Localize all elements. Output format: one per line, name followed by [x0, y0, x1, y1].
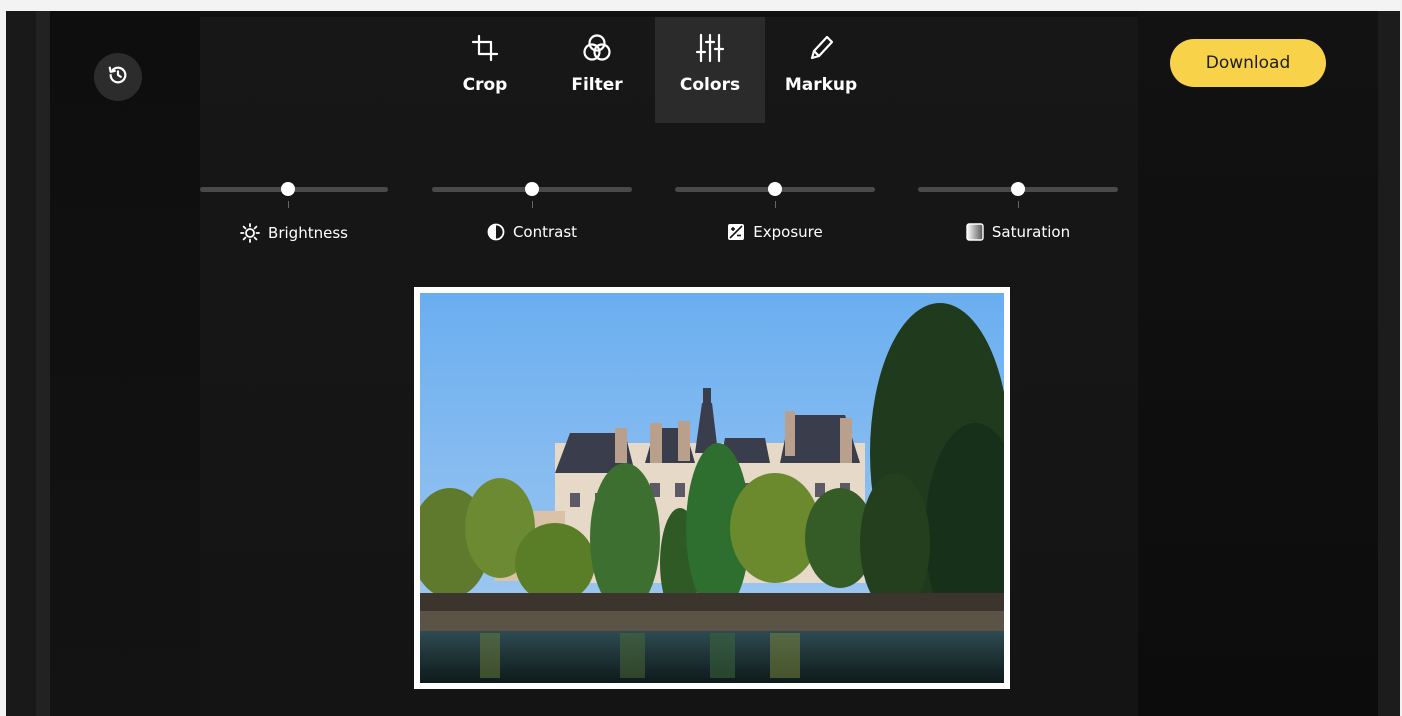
- contrast-label: Contrast: [512, 223, 578, 241]
- contrast-label-wrap: Contrast: [432, 223, 632, 241]
- contrast-icon: [487, 223, 505, 241]
- pencil-icon: [804, 31, 838, 65]
- left-border-inner: [36, 11, 50, 716]
- exposure-icon: [727, 223, 745, 241]
- saturation-slider[interactable]: Saturation: [918, 179, 1118, 249]
- contrast-tick: [532, 201, 533, 208]
- saturation-knob[interactable]: [1011, 182, 1025, 196]
- left-border: [6, 11, 36, 716]
- saturation-label-wrap: Saturation: [918, 223, 1118, 241]
- tool-filter[interactable]: Filter: [542, 17, 652, 123]
- filter-icon: [580, 31, 614, 65]
- tool-crop[interactable]: Crop: [430, 17, 540, 123]
- tool-colors-label: Colors: [679, 75, 741, 95]
- saturation-icon: [966, 223, 984, 241]
- brightness-label: Brightness: [268, 224, 348, 242]
- brightness-slider[interactable]: Brightness: [200, 179, 388, 249]
- tool-colors[interactable]: Colors: [655, 17, 765, 123]
- exposure-slider[interactable]: Exposure: [675, 179, 875, 249]
- contrast-slider[interactable]: Contrast: [432, 179, 632, 249]
- history-icon: [107, 64, 129, 90]
- crop-icon: [468, 31, 502, 65]
- right-border: [1378, 11, 1400, 716]
- download-button[interactable]: Download: [1170, 39, 1326, 87]
- left-panel: [50, 11, 200, 716]
- exposure-label: Exposure: [753, 223, 823, 241]
- contrast-knob[interactable]: [525, 182, 539, 196]
- saturation-tick: [1018, 201, 1019, 208]
- editor-window: Crop Filter Colors Markup Download Brigh…: [6, 11, 1400, 716]
- photo-canvas[interactable]: [414, 287, 1010, 689]
- brightness-tick: [288, 201, 290, 208]
- exposure-knob[interactable]: [768, 182, 782, 196]
- tool-crop-label: Crop: [462, 75, 508, 95]
- brightness-knob[interactable]: [281, 182, 296, 196]
- sun-icon: [240, 223, 260, 243]
- exposure-label-wrap: Exposure: [675, 223, 875, 241]
- tool-markup-label: Markup: [784, 75, 858, 95]
- tool-filter-label: Filter: [571, 75, 623, 95]
- tool-markup[interactable]: Markup: [766, 17, 876, 123]
- saturation-label: Saturation: [991, 223, 1071, 241]
- photo-image: [420, 293, 1004, 683]
- history-button[interactable]: [94, 53, 142, 101]
- right-panel: [1138, 11, 1378, 716]
- exposure-tick: [775, 201, 776, 208]
- sliders-icon: [693, 31, 727, 65]
- brightness-label-wrap: Brightness: [200, 223, 388, 243]
